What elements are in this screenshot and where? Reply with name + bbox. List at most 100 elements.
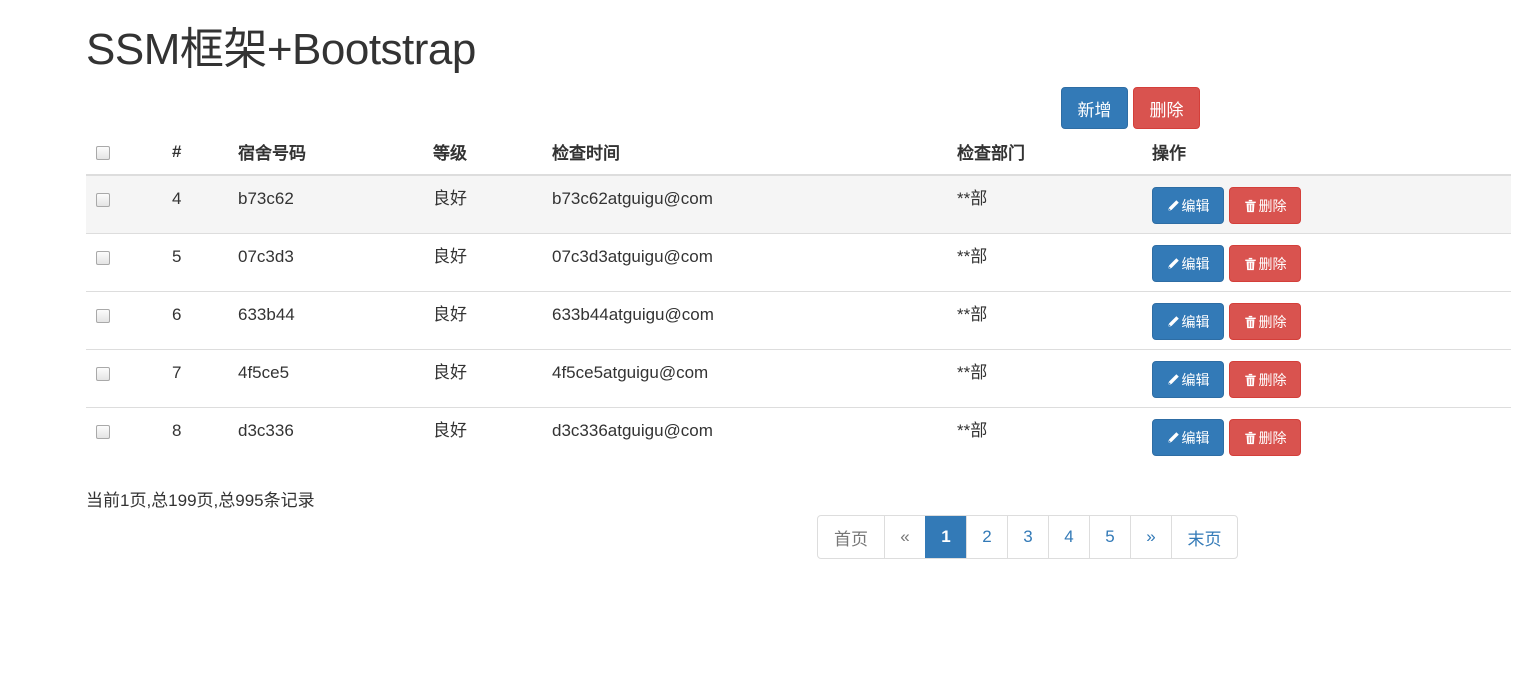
cell-id: 5 (172, 233, 238, 292)
pagination-page-1[interactable]: 1 (925, 516, 966, 558)
row-actions: 编辑 删除 (1152, 292, 1511, 340)
cell-room: 633b44 (238, 291, 433, 350)
delete-label: 删除 (1258, 429, 1287, 446)
row-delete-button[interactable]: 删除 (1229, 303, 1301, 340)
cell-dept-text: **部 (957, 363, 988, 382)
row-checkbox[interactable] (96, 425, 110, 439)
pencil-icon (1167, 199, 1180, 212)
cell-time-text: 633b44atguigu@com (552, 305, 714, 324)
cell-dept-text: **部 (957, 421, 988, 440)
delete-label: 删除 (1258, 313, 1287, 330)
edit-button[interactable]: 编辑 (1152, 303, 1224, 340)
cell-dept: **部 (957, 291, 1152, 350)
cell-id-text: 7 (172, 363, 182, 382)
cell-grade: 良好 (433, 349, 552, 408)
trash-icon (1244, 431, 1257, 445)
pagination-page-4[interactable]: 4 (1048, 516, 1089, 558)
column-header-actions: 操作 (1152, 129, 1511, 176)
row-delete-button[interactable]: 删除 (1229, 245, 1301, 282)
pencil-icon (1167, 373, 1180, 386)
cell-id: 7 (172, 349, 238, 408)
header-select-all-cell (86, 129, 172, 176)
row-checkbox[interactable] (96, 367, 110, 381)
edit-label: 编辑 (1181, 429, 1210, 446)
edit-button[interactable]: 编辑 (1152, 245, 1224, 282)
row-delete-button[interactable]: 删除 (1229, 187, 1301, 224)
add-button[interactable]: 新增 (1061, 87, 1128, 129)
top-actions: 新增 删除 (1061, 87, 1200, 129)
row-actions: 编辑 删除 (1152, 408, 1511, 456)
row-actions: 编辑 删除 (1152, 176, 1511, 224)
cell-grade: 良好 (433, 291, 552, 350)
pagination-first[interactable]: 首页 (818, 516, 884, 558)
row-select-cell (86, 175, 172, 234)
dorm-check-table: # 宿舍号码 等级 检查时间 检查部门 操作 4 b73c62 良好 b73c62at… (86, 129, 1511, 465)
cell-grade-text: 良好 (433, 421, 467, 440)
cell-room: b73c62 (238, 175, 433, 234)
row-checkbox[interactable] (96, 193, 110, 207)
cell-room: d3c336 (238, 407, 433, 465)
row-delete-button[interactable]: 删除 (1229, 419, 1301, 456)
edit-label: 编辑 (1181, 197, 1210, 214)
cell-dept-text: **部 (957, 247, 988, 266)
pagination-page-2[interactable]: 2 (966, 516, 1007, 558)
cell-dept: **部 (957, 175, 1152, 234)
trash-icon (1244, 199, 1257, 213)
row-select-cell (86, 349, 172, 408)
edit-button[interactable]: 编辑 (1152, 361, 1224, 398)
cell-dept: **部 (957, 349, 1152, 408)
cell-grade-text: 良好 (433, 363, 467, 382)
cell-actions: 编辑 删除 (1152, 349, 1511, 408)
row-delete-button[interactable]: 删除 (1229, 361, 1301, 398)
cell-actions: 编辑 删除 (1152, 291, 1511, 350)
cell-id: 6 (172, 291, 238, 350)
delete-label: 删除 (1258, 371, 1287, 388)
pagination-next[interactable]: » (1130, 516, 1171, 558)
edit-button[interactable]: 编辑 (1152, 187, 1224, 224)
row-select-cell (86, 233, 172, 292)
cell-grade-text: 良好 (433, 247, 467, 266)
cell-actions: 编辑 删除 (1152, 233, 1511, 292)
page: SSM框架+Bootstrap 新增 删除 # 宿舍号码 等级 检查时间 检查部… (0, 0, 1517, 700)
table-row: 8 d3c336 良好 d3c336atguigu@com **部 编辑 删除 (86, 407, 1511, 465)
row-checkbox[interactable] (96, 309, 110, 323)
cell-dept-text: **部 (957, 305, 988, 324)
delete-label: 删除 (1258, 255, 1287, 272)
cell-room-text: 4f5ce5 (238, 363, 290, 382)
trash-icon (1244, 373, 1257, 387)
edit-label: 编辑 (1181, 255, 1210, 272)
cell-id-text: 6 (172, 305, 182, 324)
cell-room: 4f5ce5 (238, 349, 433, 408)
pencil-icon (1167, 257, 1180, 270)
page-title: SSM框架+Bootstrap (86, 25, 476, 74)
cell-room-text: b73c62 (238, 189, 294, 208)
column-header-grade: 等级 (433, 129, 552, 176)
pagination-page-3[interactable]: 3 (1007, 516, 1048, 558)
table-header-row: # 宿舍号码 等级 检查时间 检查部门 操作 (86, 129, 1511, 176)
cell-time: 4f5ce5atguigu@com (552, 349, 957, 408)
row-checkbox[interactable] (96, 251, 110, 265)
pencil-icon (1167, 431, 1180, 444)
table-row: 7 4f5ce5 良好 4f5ce5atguigu@com **部 编辑 删除 (86, 349, 1511, 408)
cell-room-text: d3c336 (238, 421, 294, 440)
pagination-page-5[interactable]: 5 (1089, 516, 1130, 558)
cell-time: b73c62atguigu@com (552, 175, 957, 234)
trash-icon (1244, 315, 1257, 329)
cell-time-text: 4f5ce5atguigu@com (552, 363, 709, 382)
pagination-prev[interactable]: « (884, 516, 925, 558)
pagination: 首页 « 1 2 3 4 5 » 末页 (817, 515, 1238, 559)
row-select-cell (86, 291, 172, 350)
bulk-delete-button[interactable]: 删除 (1133, 87, 1200, 129)
cell-time: 633b44atguigu@com (552, 291, 957, 350)
pagination-last[interactable]: 末页 (1171, 516, 1237, 558)
cell-room-text: 07c3d3 (238, 247, 294, 266)
select-all-checkbox[interactable] (96, 146, 110, 160)
cell-time: d3c336atguigu@com (552, 407, 957, 465)
edit-button[interactable]: 编辑 (1152, 419, 1224, 456)
row-actions: 编辑 删除 (1152, 234, 1511, 282)
cell-time-text: d3c336atguigu@com (552, 421, 713, 440)
cell-grade: 良好 (433, 175, 552, 234)
pencil-icon (1167, 315, 1180, 328)
cell-dept: **部 (957, 407, 1152, 465)
cell-time-text: 07c3d3atguigu@com (552, 247, 713, 266)
